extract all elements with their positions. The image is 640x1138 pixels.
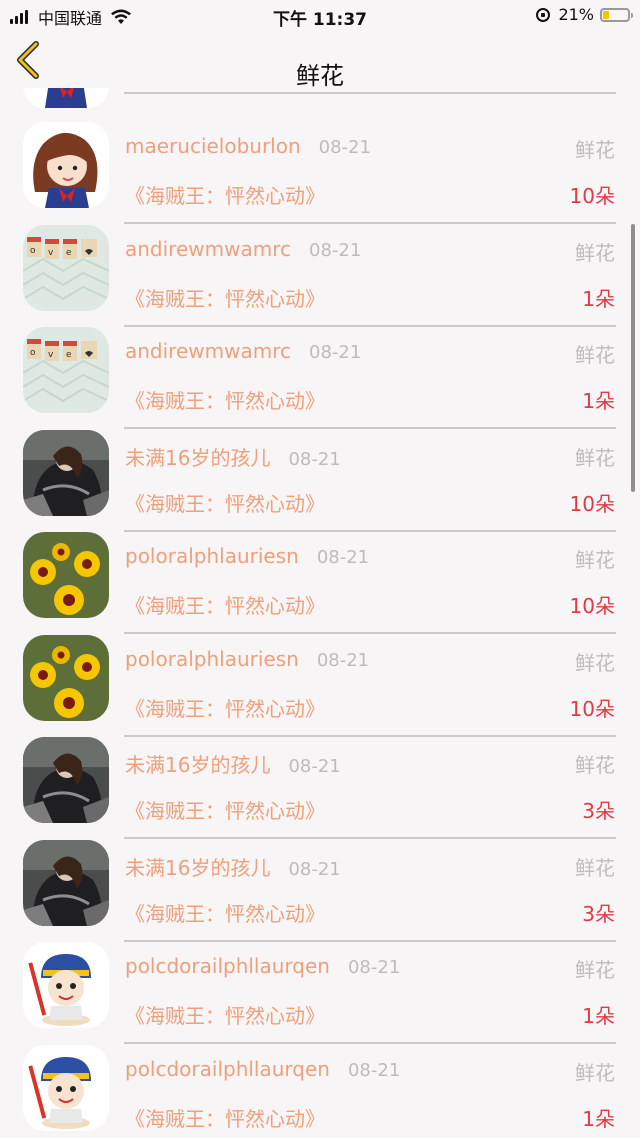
nav-bar: 鲜花	[0, 32, 640, 90]
gift-date: 08-21	[309, 342, 362, 363]
book-title-link[interactable]: 《海贼王：怦然心动》	[125, 1103, 325, 1132]
status-bar: 中国联通 下午 11:37 21%	[0, 0, 640, 32]
list-item[interactable]: o v e andirewmwamrc 08-21 鲜花《海贼王：怦然心动》 1朵	[0, 211, 640, 327]
flower-count: 10朵	[569, 696, 615, 721]
rotation-lock-icon	[536, 7, 551, 22]
battery-percent: 21%	[558, 5, 594, 24]
scrollbar[interactable]	[631, 224, 635, 492]
monkey-king-avatar[interactable]	[23, 1044, 109, 1131]
flower-count: 10朵	[569, 184, 615, 208]
gift-list[interactable]: 《海贼王：怦然心动》10朵 maerucieloburlon08-21鲜花《海贼…	[0, 88, 640, 1138]
list-item[interactable]: poloralphlauriesn 08-21 鲜花《海贼王：怦然心动》 10朵	[0, 621, 640, 737]
svg-text:v: v	[48, 350, 54, 360]
page-title: 鲜花	[296, 62, 344, 90]
book-title-link[interactable]: 《海贼王：怦然心动》	[125, 385, 325, 414]
status-right: 21%	[536, 5, 633, 24]
flower-count: 3朵	[582, 799, 615, 823]
user-name[interactable]: polcdorailphllaurqen 08-21	[125, 1057, 400, 1081]
svg-text:v: v	[48, 248, 54, 258]
user-name[interactable]: andirewmwamrc 08-21	[125, 237, 361, 261]
list-item[interactable]: 未满16岁的孩儿 08-21 鲜花《海贼王：怦然心动》 10朵	[0, 416, 640, 532]
monkey-king-avatar[interactable]	[23, 942, 109, 1028]
gift-date: 08-21	[288, 858, 341, 880]
user-name[interactable]: poloralphlauriesn 08-21	[125, 647, 369, 671]
gift-date: 08-21	[288, 448, 341, 470]
gift-type: 鲜花	[575, 445, 615, 470]
red-bow-icon[interactable]	[23, 88, 109, 108]
flower-count: 10朵	[569, 594, 615, 618]
book-title-link[interactable]: 《海贼王：怦然心动》	[125, 795, 325, 824]
book-title-link[interactable]: 《海贼王：怦然心动》	[125, 590, 325, 619]
list-item[interactable]: polcdorailphllaurqen 08-21 鲜花《海贼王：怦然心动》 1朵	[0, 1031, 640, 1134]
user-name[interactable]: 未满16岁的孩儿 08-21	[125, 852, 341, 881]
gift-type: 鲜花	[575, 855, 615, 880]
gift-type: 鲜花	[575, 650, 615, 675]
gift-type: 鲜花	[575, 138, 615, 162]
dark-character-avatar[interactable]	[23, 429, 109, 516]
flower-count: 1朵	[582, 1106, 615, 1131]
user-name[interactable]: 未满16岁的孩儿 08-21	[125, 442, 341, 471]
user-name[interactable]: polcdorailphllaurqen 08-21	[125, 954, 400, 978]
gift-type: 鲜花	[575, 240, 615, 265]
gift-type: 鲜花	[575, 343, 615, 367]
flower-count: 1朵	[582, 389, 615, 413]
flower-count: 1朵	[582, 1004, 615, 1028]
svg-text:o: o	[30, 348, 36, 358]
gift-date: 08-21	[347, 957, 401, 978]
flower-count: 10朵	[569, 491, 615, 516]
svg-text:e: e	[66, 350, 72, 360]
gift-type: 鲜花	[575, 958, 615, 982]
love-stamps-avatar[interactable]: o v e	[23, 327, 109, 413]
gift-type: 鲜花	[575, 548, 615, 572]
book-title-link[interactable]: 《海贼王：怦然心动》	[125, 283, 325, 312]
flower-count: 3朵	[582, 901, 615, 926]
gift-date: 08-21	[309, 239, 362, 261]
list-item[interactable]: o v e andirewmwamrc 08-21 鲜花《海贼王：怦然心动》 1朵	[0, 313, 640, 429]
gift-type: 鲜花	[575, 1060, 615, 1085]
dark-character-avatar[interactable]	[23, 737, 109, 823]
gift-date: 08-21	[288, 756, 341, 777]
user-name[interactable]: 未满16岁的孩儿 08-21	[125, 749, 341, 778]
book-title-link[interactable]: 《海贼王：怦然心动》	[125, 693, 325, 722]
gift-date: 08-21	[316, 547, 370, 568]
book-title-link[interactable]: 《海贼王：怦然心动》	[125, 898, 325, 927]
flower-count: 1朵	[582, 286, 615, 311]
love-stamps-avatar[interactable]: o v e	[23, 224, 109, 311]
row-divider	[124, 92, 616, 94]
svg-text:o: o	[30, 246, 36, 256]
book-title-link[interactable]: 《海贼王：怦然心动》	[125, 180, 325, 209]
yellow-flowers-avatar[interactable]	[23, 634, 109, 721]
gift-date: 08-21	[347, 1059, 401, 1081]
dark-character-avatar[interactable]	[23, 839, 109, 926]
list-item[interactable]: 未满16岁的孩儿 08-21 鲜花《海贼王：怦然心动》 3朵	[0, 826, 640, 942]
list-item[interactable]: polcdorailphllaurqen 08-21 鲜花《海贼王：怦然心动》 1朵	[0, 928, 640, 1044]
gift-date: 08-21	[316, 649, 370, 671]
svg-text:e: e	[66, 248, 72, 258]
user-name[interactable]: poloralphlauriesn 08-21	[125, 544, 369, 568]
cartoon-girl-avatar[interactable]	[23, 122, 109, 208]
yellow-flowers-avatar[interactable]	[23, 532, 109, 618]
gift-list-content: 《海贼王：怦然心动》10朵 maerucieloburlon08-21鲜花《海贼…	[0, 88, 640, 1133]
list-item[interactable]: 《海贼王：怦然心动》10朵	[0, 88, 640, 108]
list-item[interactable]: 未满16岁的孩儿 08-21 鲜花《海贼王：怦然心动》 3朵	[0, 723, 640, 839]
book-title-link[interactable]: 《海贼王：怦然心动》	[125, 488, 325, 517]
list-item[interactable]: maerucieloburlon 08-21 鲜花《海贼王：怦然心动》 10朵	[0, 108, 640, 224]
gift-date: 08-21	[318, 137, 371, 158]
book-title-link[interactable]: 《海贼王：怦然心动》	[125, 1000, 325, 1029]
user-name[interactable]: andirewmwamrc 08-21	[125, 339, 361, 363]
battery-icon	[600, 7, 633, 22]
user-name[interactable]: maerucieloburlon 08-21	[125, 134, 371, 158]
gift-type: 鲜花	[575, 753, 615, 777]
list-item[interactable]: poloralphlauriesn 08-21 鲜花《海贼王：怦然心动》 10朵	[0, 518, 640, 634]
